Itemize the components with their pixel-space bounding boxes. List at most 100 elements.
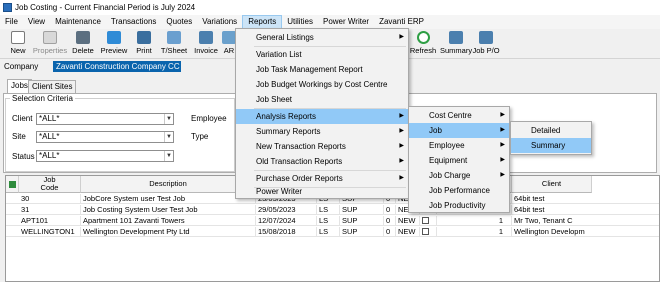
- client-combo[interactable]: *ALL* ▼: [36, 113, 174, 125]
- menu-item-equipment[interactable]: Equipment ▶: [409, 153, 509, 168]
- c1-cell: LS: [317, 216, 340, 226]
- menu-item-general-listings[interactable]: General Listings ▶: [236, 30, 408, 45]
- job-code-cell: 31: [19, 205, 81, 215]
- tsheet-button[interactable]: T/Sheet: [159, 31, 189, 58]
- chevron-right-icon: ▶: [500, 127, 505, 133]
- menu-item-cost-centre[interactable]: Cost Centre ▶: [409, 108, 509, 123]
- menu-power-writer[interactable]: Power Writer: [318, 15, 374, 29]
- site-combo[interactable]: *ALL* ▼: [36, 131, 174, 143]
- client-cell: Mr Two, Tenant C: [512, 216, 659, 226]
- tab-client-sites[interactable]: Client Sites: [28, 80, 77, 93]
- chevron-down-icon[interactable]: ▼: [164, 132, 173, 142]
- menu-item-variation-list[interactable]: Variation List: [236, 47, 408, 62]
- menu-item-summary[interactable]: Summary: [511, 138, 591, 153]
- menu-zavanti-erp[interactable]: Zavanti ERP: [374, 15, 429, 29]
- menu-item-job-budget-workings[interactable]: Job Budget Workings by Cost Centre: [236, 77, 408, 92]
- chevron-right-icon: ▶: [500, 157, 505, 163]
- selection-criteria-title: Selection Criteria: [10, 94, 75, 103]
- client-cell: 64bit test: [512, 205, 659, 215]
- menu-item-old-transaction-reports[interactable]: Old Transaction Reports ▶: [236, 154, 408, 169]
- window-title: Job Costing - Current Financial Period i…: [15, 3, 196, 12]
- summary-button[interactable]: Summary: [440, 31, 472, 58]
- c2-cell: SUP: [340, 227, 384, 237]
- table-row[interactable]: WELLINGTON1 Wellington Development Pty L…: [6, 227, 659, 237]
- date-cell: 29/05/2023: [256, 205, 317, 215]
- checkbox[interactable]: [422, 228, 429, 235]
- status-cell: NEW: [396, 227, 420, 237]
- menu-item-employee[interactable]: Employee ▶: [409, 138, 509, 153]
- chevron-down-icon[interactable]: ▼: [164, 151, 173, 161]
- client-label: Client: [12, 114, 33, 123]
- checkbox[interactable]: [422, 217, 429, 224]
- menu-variations[interactable]: Variations: [197, 15, 242, 29]
- menu-quotes[interactable]: Quotes: [161, 15, 197, 29]
- c1-cell: LS: [317, 227, 340, 237]
- menu-reports[interactable]: Reports: [242, 15, 283, 29]
- new-button[interactable]: New: [4, 31, 32, 58]
- menu-item-analysis-reports[interactable]: Analysis Reports ▶: [236, 109, 408, 124]
- menu-file[interactable]: File: [0, 15, 23, 29]
- table-row[interactable]: 31 Job Costing System User Test Job 29/0…: [6, 205, 659, 215]
- grid-icon: [8, 180, 16, 188]
- table-row[interactable]: APT101 Apartment 101 Zavanti Towers 12/0…: [6, 216, 659, 226]
- new-icon: [11, 31, 25, 44]
- column-header-client[interactable]: Client: [512, 176, 592, 193]
- job-submenu: Detailed Summary: [510, 121, 592, 155]
- chevron-right-icon: ▶: [399, 158, 404, 164]
- description-cell: JobCore System user Test Job: [81, 194, 256, 204]
- refresh-button[interactable]: Refresh: [407, 31, 439, 58]
- menu-view[interactable]: View: [23, 15, 50, 29]
- menu-item-power-writer[interactable]: Power Writer: [236, 184, 408, 199]
- c3-cell: 0: [384, 205, 396, 215]
- n-cell: 1: [489, 216, 512, 226]
- site-value: *ALL*: [39, 132, 60, 141]
- menu-bar: File View Maintenance Transactions Quote…: [0, 15, 660, 29]
- properties-button[interactable]: Properties: [32, 31, 68, 58]
- job-code-cell: WELLINGTON1: [19, 227, 81, 237]
- menu-transactions[interactable]: Transactions: [106, 15, 162, 29]
- job-po-icon: [479, 31, 493, 44]
- menu-item-new-transaction-reports[interactable]: New Transaction Reports ▶: [236, 139, 408, 154]
- menu-item-detailed[interactable]: Detailed: [511, 123, 591, 138]
- properties-icon: [43, 31, 57, 44]
- chevron-right-icon: ▶: [399, 113, 404, 119]
- preview-button[interactable]: Preview: [98, 31, 130, 58]
- title-bar: Job Costing - Current Financial Period i…: [0, 0, 660, 15]
- timesheet-icon: [167, 31, 181, 44]
- menu-item-job-task-management[interactable]: Job Task Management Report: [236, 62, 408, 77]
- client-cell: 64bit test: [512, 194, 659, 204]
- menu-item-job-performance[interactable]: Job Performance: [409, 183, 509, 198]
- menu-item-job-productivity[interactable]: Job Productivity: [409, 198, 509, 213]
- menu-item-job-sheet[interactable]: Job Sheet: [236, 92, 408, 107]
- chevron-right-icon: ▶: [399, 34, 404, 40]
- refresh-icon: [416, 31, 430, 44]
- client-value: *ALL*: [39, 114, 60, 123]
- invoice-button[interactable]: Invoice: [191, 31, 221, 58]
- print-button[interactable]: Print: [131, 31, 157, 58]
- job-code-cell: APT101: [19, 216, 81, 226]
- site-label: Site: [12, 132, 26, 141]
- column-header-description[interactable]: Description: [81, 176, 256, 193]
- menu-item-job[interactable]: Job ▶: [409, 123, 509, 138]
- chevron-right-icon: ▶: [399, 143, 404, 149]
- printer-icon: [137, 31, 151, 44]
- status-value: *ALL*: [39, 151, 60, 160]
- c1-cell: LS: [317, 205, 340, 215]
- description-cell: Job Costing System User Test Job: [81, 205, 256, 215]
- status-cell: NEW: [396, 216, 420, 226]
- ar-button[interactable]: AR: [222, 31, 236, 58]
- n-cell: 1: [489, 227, 512, 237]
- chevron-down-icon[interactable]: ▼: [164, 114, 173, 124]
- column-header-job-code[interactable]: Job Code: [19, 176, 81, 193]
- menu-utilities[interactable]: Utilities: [282, 15, 318, 29]
- job-po-button[interactable]: Job P/O: [472, 31, 500, 58]
- menu-maintenance[interactable]: Maintenance: [50, 15, 106, 29]
- menu-item-summary-reports[interactable]: Summary Reports ▶: [236, 124, 408, 139]
- summary-icon: [449, 31, 463, 44]
- c2-cell: SUP: [340, 205, 384, 215]
- menu-item-job-charge[interactable]: Job Charge ▶: [409, 168, 509, 183]
- delete-button[interactable]: Delete: [69, 31, 97, 58]
- employee-label: Employee: [191, 114, 227, 123]
- status-combo[interactable]: *ALL* ▼: [36, 150, 174, 162]
- company-field[interactable]: Zavanti Construction Company CC Level: [53, 61, 181, 72]
